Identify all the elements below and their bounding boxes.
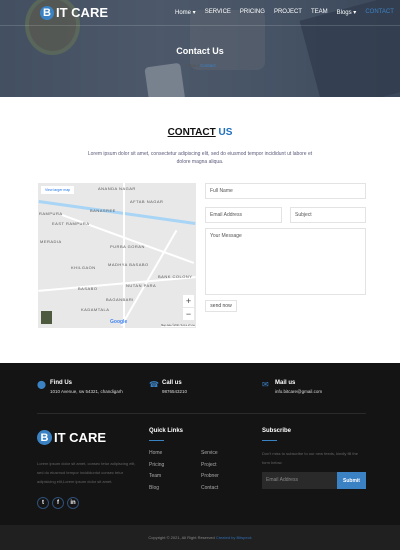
nav-blogs[interactable]: Blogs ▾	[337, 9, 357, 16]
map-label: BANASREE	[90, 208, 116, 213]
send-button[interactable]: send now	[205, 300, 237, 312]
breadcrumb-current: Contact	[200, 63, 216, 68]
map-satellite-toggle[interactable]	[41, 311, 52, 324]
footer: ⬤ Find Us 1010 Avenue, sw 54321, chandig…	[0, 363, 400, 525]
call-us: ☎ Call us 9876543210	[149, 380, 187, 394]
map-label: AFTAB NAGAR	[130, 199, 164, 204]
mail-icon: ✉	[262, 380, 269, 389]
map-label: MADHYA BASABO	[108, 262, 149, 267]
nav-divider	[0, 25, 400, 26]
find-us-address: 1010 Avenue, sw 54321, chandigarh	[50, 389, 123, 394]
map-zoom-out-button[interactable]: −	[183, 308, 194, 320]
location-pin-icon: ⬤	[37, 380, 46, 389]
map-label: MERADIA	[40, 239, 62, 244]
google-logo: Google	[110, 319, 128, 325]
linkedin-icon[interactable]: in	[67, 497, 79, 509]
nav-contact[interactable]: CONTACT	[365, 9, 394, 16]
subscribe-title: Subscribe	[262, 428, 292, 441]
footer-logo[interactable]: B IT CARE	[37, 430, 106, 445]
map-label: BASABO	[78, 286, 98, 291]
map-label: KADAMTALA	[81, 307, 110, 312]
section-title-accent: US	[218, 127, 233, 138]
message-textarea[interactable]: Your Message	[205, 228, 366, 295]
footer-link-pricing[interactable]: Pricing	[149, 462, 164, 468]
breadcrumb: Home / Contact	[0, 63, 400, 68]
logo-text: IT CARE	[56, 5, 108, 20]
footer-logo-icon: B	[37, 430, 52, 445]
mail-us: ✉ Mail us info.bitcare@gmail.com	[262, 380, 322, 394]
footer-link-probner[interactable]: Probner	[201, 473, 219, 479]
section-title-main: CONTACT	[167, 127, 216, 138]
social-links: t f in	[37, 497, 79, 509]
section-title: CONTACT US	[0, 127, 400, 138]
breadcrumb-home[interactable]: Home	[184, 63, 196, 68]
call-us-number[interactable]: 9876543210	[162, 389, 187, 394]
map-label: EAST RAMPURA	[52, 221, 90, 226]
section-description: Lorem ipsum dolor sit amet, consectetur …	[87, 151, 313, 165]
footer-divider	[37, 413, 366, 414]
find-us: ⬤ Find Us 1010 Avenue, sw 54321, chandig…	[37, 380, 123, 394]
twitter-icon[interactable]: t	[37, 497, 49, 509]
nav-project[interactable]: PROJECT	[274, 9, 302, 16]
nav-team[interactable]: TEAM	[311, 9, 328, 16]
copyright-text: Copyright © 2021, All Right Reserved	[148, 535, 215, 540]
logo[interactable]: B IT CARE	[40, 5, 108, 20]
subscribe-text: Don't miss to subscribe to our new feeds…	[262, 451, 358, 465]
footer-link-project[interactable]: Project	[201, 462, 217, 468]
footer-link-home[interactable]: Home	[149, 450, 162, 456]
facebook-icon[interactable]: f	[52, 497, 64, 509]
main-nav: Home ▾ SERVICE PRICING PROJECT TEAM Blog…	[175, 9, 394, 16]
nav-home[interactable]: Home ▾	[175, 9, 196, 16]
map-label: ANANDA NAGAR	[98, 186, 136, 191]
footer-link-contact[interactable]: Contact	[201, 485, 218, 491]
view-larger-map-link[interactable]: View larger map	[41, 186, 75, 194]
footer-logo-text: IT CARE	[54, 430, 106, 445]
map-zoom-in-button[interactable]: +	[183, 295, 194, 307]
map-embed[interactable]: View larger map ANANDA NAGAR AFTAB NAGAR…	[38, 183, 196, 328]
nav-pricing[interactable]: PRICING	[240, 9, 265, 16]
call-us-title: Call us	[162, 380, 182, 386]
full-name-input[interactable]: Full Name	[205, 183, 366, 199]
credit-link[interactable]: Created by Bitspeck	[216, 535, 252, 540]
page-title: Contact Us	[176, 46, 224, 56]
logo-icon: B	[40, 5, 54, 20]
footer-about: Lorem ipsum dolor sit amet, consec tetur…	[37, 461, 136, 484]
map-label: RAMPURA	[39, 211, 63, 216]
map-attribution[interactable]: Map data ©2021 Terms of Use	[161, 324, 195, 327]
subscribe-email-input[interactable]: Email Address	[262, 472, 337, 489]
phone-icon: ☎	[149, 380, 159, 389]
find-us-title: Find Us	[50, 380, 72, 386]
footer-link-team[interactable]: Team	[149, 473, 161, 479]
map-label: KHILGAON	[71, 265, 96, 270]
hero-banner: B IT CARE Home ▾ SERVICE PRICING PROJECT…	[0, 0, 400, 97]
footer-link-blog[interactable]: Blog	[149, 485, 159, 491]
map-label: PURBA GORAN	[110, 244, 145, 249]
email-input[interactable]: Email Address	[205, 207, 282, 223]
mail-us-title: Mail us	[275, 380, 296, 386]
map-label: BANK COLONY	[158, 274, 193, 279]
subject-input[interactable]: Subject	[290, 207, 366, 223]
mail-us-email[interactable]: info.bitcare@gmail.com	[275, 389, 322, 394]
map-label: BAGANBARI	[106, 297, 134, 302]
breadcrumb-separator: /	[197, 63, 199, 68]
quick-links-title: Quick Links	[149, 428, 184, 441]
copyright-bar: Copyright © 2021, All Right Reserved Cre…	[0, 525, 400, 550]
footer-link-service[interactable]: Service	[201, 450, 218, 456]
subscribe-submit-button[interactable]: Submit	[337, 472, 366, 489]
nav-service[interactable]: SERVICE	[205, 9, 231, 16]
map-label: NUTAN PARA	[126, 283, 157, 288]
